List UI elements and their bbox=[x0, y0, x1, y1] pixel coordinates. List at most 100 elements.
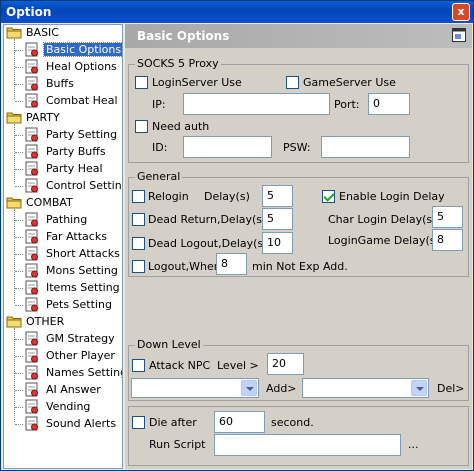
tree-item-mons-setting[interactable]: Mons Setting bbox=[24, 263, 118, 279]
dead-logout-delay-input[interactable]: 10 bbox=[262, 232, 293, 254]
npc-dropdown-1[interactable] bbox=[131, 378, 259, 398]
tree-item-vending[interactable]: Vending bbox=[24, 399, 90, 415]
dead-return-checkbox[interactable] bbox=[132, 213, 145, 226]
die-after-checkbox[interactable] bbox=[132, 416, 145, 429]
login-game-delay-label: LoginGame Delay(s) bbox=[328, 234, 440, 247]
option-page-icon bbox=[24, 93, 40, 112]
attack-npc-checkbox[interactable] bbox=[132, 359, 145, 372]
tree-connector-line bbox=[14, 39, 15, 99]
tree-item-label: Items Setting bbox=[46, 281, 120, 294]
del-button[interactable]: Del> bbox=[437, 382, 465, 395]
need-auth-label: Need auth bbox=[152, 120, 210, 133]
tree-item-label: Mons Setting bbox=[46, 264, 118, 277]
level-input[interactable]: 20 bbox=[267, 353, 304, 375]
tree-connector-line bbox=[15, 101, 23, 102]
options-tree[interactable]: BASIC Basic Options Heal Options Buffs Comba… bbox=[3, 24, 123, 469]
tree-item-heal-options[interactable]: Heal Options bbox=[24, 59, 117, 75]
tree-item-sound-alerts[interactable]: Sound Alerts bbox=[24, 416, 116, 435]
gameserver-use-checkbox[interactable] bbox=[286, 76, 299, 89]
tree-item-basic-options[interactable]: Basic Options bbox=[24, 42, 122, 58]
add-button[interactable]: Add> bbox=[266, 382, 297, 395]
tree-item-items-setting[interactable]: Items Setting bbox=[24, 280, 120, 296]
tree-category-label: BASIC bbox=[26, 26, 59, 39]
dead-return-delay-input[interactable]: 5 bbox=[262, 208, 293, 230]
tree-item-label: Combat Heal bbox=[46, 94, 118, 107]
tree-item-other-player[interactable]: Other Player bbox=[24, 348, 115, 364]
ip-input[interactable] bbox=[183, 93, 330, 115]
id-input[interactable] bbox=[183, 136, 272, 158]
logout-when-input[interactable]: 8 bbox=[216, 253, 247, 275]
tree-item-label: Vending bbox=[46, 400, 91, 413]
tree-connector-line bbox=[15, 254, 23, 255]
browse-button[interactable]: ... bbox=[408, 438, 419, 451]
chevron-down-icon[interactable] bbox=[241, 380, 257, 396]
tree-item-buffs[interactable]: Buffs bbox=[24, 76, 74, 92]
title-bar[interactable]: Option x bbox=[1, 1, 473, 23]
tree-category-label: COMBAT bbox=[26, 196, 73, 209]
logout-when-suffix: min Not Exp Add. bbox=[252, 260, 348, 273]
group-caption: Down Level bbox=[135, 338, 203, 351]
tree-item-short-attacks[interactable]: Short Attacks bbox=[24, 246, 120, 262]
dead-logout-label: Dead Logout,Delay(s) bbox=[148, 237, 268, 250]
tree-item-ai-answer[interactable]: AI Answer bbox=[24, 382, 101, 398]
dead-logout-checkbox[interactable] bbox=[132, 237, 145, 250]
relogin-delay-label: Delay(s) bbox=[204, 190, 250, 203]
tree-item-label: Pathing bbox=[46, 213, 88, 226]
tree-item-label: Party Setting bbox=[46, 128, 118, 141]
tree-connector-line bbox=[15, 373, 23, 374]
tree-item-far-attacks[interactable]: Far Attacks bbox=[24, 229, 107, 245]
option-page-icon bbox=[24, 416, 40, 435]
tree-category-label: OTHER bbox=[26, 315, 65, 328]
tree-item-label: Pets Setting bbox=[46, 298, 112, 311]
psw-label: PSW: bbox=[283, 141, 311, 154]
relogin-checkbox[interactable] bbox=[132, 190, 145, 203]
tree-item-label: Basic Options bbox=[42, 42, 122, 57]
gameserver-use-label: GameServer Use bbox=[303, 76, 396, 89]
tree-connector-line bbox=[15, 220, 23, 221]
tree-connector-line bbox=[15, 356, 23, 357]
psw-input[interactable] bbox=[321, 136, 410, 158]
tree-item-control-setting[interactable]: Control Setting bbox=[24, 178, 122, 194]
char-login-delay-input[interactable]: 5 bbox=[432, 206, 463, 228]
login-game-delay-input[interactable]: 8 bbox=[432, 229, 463, 251]
panel-title: Basic Options bbox=[137, 29, 230, 43]
tree-item-party-setting[interactable]: Party Setting bbox=[24, 127, 117, 143]
tree-item-label: Heal Options bbox=[46, 60, 117, 73]
tree-connector-line bbox=[15, 169, 23, 170]
run-script-label: Run Script bbox=[149, 438, 206, 451]
tree-connector-line bbox=[15, 424, 23, 425]
enable-login-delay-checkbox[interactable] bbox=[322, 190, 335, 203]
tree-connector-line bbox=[14, 124, 15, 184]
loginserver-use-checkbox[interactable] bbox=[135, 76, 148, 89]
tree-connector-line bbox=[15, 50, 23, 51]
ip-label: IP: bbox=[152, 98, 166, 111]
close-button[interactable]: x bbox=[452, 3, 470, 21]
tree-item-label: Party Buffs bbox=[46, 145, 106, 158]
tree-item-combat-heal[interactable]: Combat Heal bbox=[24, 93, 118, 112]
logout-when-checkbox[interactable] bbox=[132, 260, 145, 273]
tree-connector-line bbox=[15, 407, 23, 408]
tree-connector-line bbox=[15, 271, 23, 272]
tree-item-party-heal[interactable]: Party Heal bbox=[24, 161, 103, 177]
die-after-input[interactable]: 60 bbox=[214, 411, 265, 433]
run-script-input[interactable] bbox=[214, 434, 401, 456]
tree-item-pathing[interactable]: Pathing bbox=[24, 212, 87, 228]
tree-item-gm-strategy[interactable]: GM Strategy bbox=[24, 331, 115, 347]
tree-item-names-setting[interactable]: Names Setting bbox=[24, 365, 122, 381]
relogin-delay-input[interactable]: 5 bbox=[262, 185, 293, 207]
id-label: ID: bbox=[152, 141, 168, 154]
npc-dropdown-2[interactable] bbox=[302, 378, 429, 398]
port-input[interactable]: 0 bbox=[368, 93, 410, 115]
chevron-down-icon[interactable] bbox=[411, 380, 427, 396]
tree-connector-line bbox=[15, 67, 23, 68]
option-page-icon bbox=[24, 297, 40, 316]
need-auth-checkbox[interactable] bbox=[135, 120, 148, 133]
tree-item-label: GM Strategy bbox=[46, 332, 115, 345]
tree-item-pets-setting[interactable]: Pets Setting bbox=[24, 297, 112, 316]
dead-return-label: Dead Return,Delay(s) bbox=[148, 213, 267, 226]
tree-item-label: Buffs bbox=[46, 77, 74, 90]
tree-item-party-buffs[interactable]: Party Buffs bbox=[24, 144, 106, 160]
tree-connector-line bbox=[15, 186, 23, 187]
enable-login-delay-label: Enable Login Delay bbox=[339, 190, 445, 203]
die-after-label: Die after bbox=[149, 416, 197, 429]
